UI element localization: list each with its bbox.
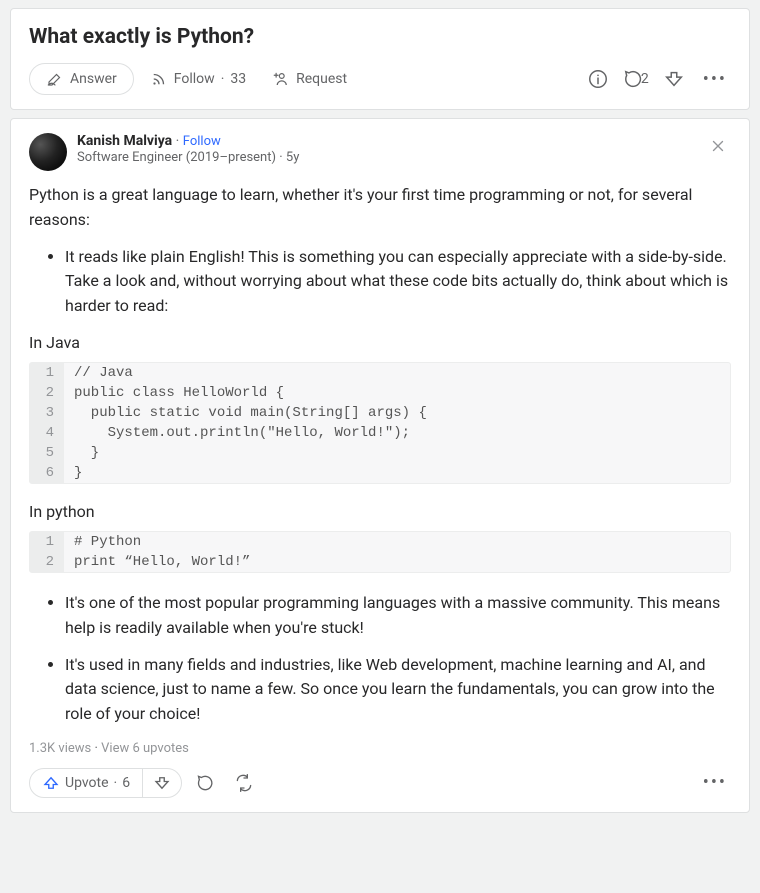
answer-card: Kanish Malviya · Follow Software Enginee…	[10, 118, 750, 813]
info-icon[interactable]	[587, 68, 609, 90]
question-actions: Answer Follow · 33	[29, 63, 731, 95]
downvote-button[interactable]	[142, 769, 181, 797]
views-row: 1.3K views · View 6 upvotes	[29, 741, 731, 756]
request-person-icon	[272, 70, 290, 88]
author-credential: Software Engineer (2019–present)	[77, 150, 276, 165]
view-upvotes-link[interactable]: View 6 upvotes	[101, 741, 189, 756]
bullet-2: It's one of the most popular programming…	[65, 591, 731, 641]
question-title[interactable]: What exactly is Python?	[29, 25, 731, 49]
compose-icon	[46, 70, 64, 88]
close-icon[interactable]	[705, 133, 731, 163]
more-icon[interactable]: •••	[699, 69, 731, 90]
views-text: 1.3K views	[29, 741, 91, 756]
author-name[interactable]: Kanish Malviya	[77, 133, 172, 149]
answer-time[interactable]: 5y	[286, 150, 299, 165]
python-code-block: 1# Python2print “Hello, World!”	[29, 531, 731, 573]
answer-intro: Python is a great language to learn, whe…	[29, 183, 731, 233]
java-code-block: 1// Java2public class HelloWorld {3 publ…	[29, 362, 731, 484]
upvote-icon	[42, 774, 60, 792]
downvote-small-icon	[153, 774, 171, 792]
vote-group: Upvote · 6	[29, 768, 182, 798]
avatar[interactable]	[29, 133, 67, 171]
share-repost-icon[interactable]	[230, 769, 258, 797]
bullet-3: It's used in many fields and industries,…	[65, 653, 731, 727]
answer-button[interactable]: Answer	[29, 63, 134, 95]
upvote-button[interactable]: Upvote · 6	[30, 769, 142, 797]
follow-button[interactable]: Follow · 33	[140, 64, 256, 94]
request-label: Request	[296, 71, 347, 87]
answer-label: Answer	[70, 71, 117, 87]
follow-label: Follow	[174, 71, 215, 87]
rss-icon	[150, 70, 168, 88]
answer-footer: Upvote · 6	[29, 768, 731, 798]
comment-count: 2	[641, 71, 649, 87]
follow-count: 33	[230, 71, 246, 87]
answer-more-icon[interactable]: •••	[699, 772, 731, 793]
author-row: Kanish Malviya · Follow Software Enginee…	[29, 133, 731, 171]
java-label: In Java	[29, 333, 731, 352]
follow-author-link[interactable]: Follow	[183, 134, 221, 149]
upvote-label: Upvote	[65, 775, 109, 791]
python-label: In python	[29, 502, 731, 521]
bullet-1: It reads like plain English! This is som…	[65, 245, 731, 319]
upvote-count: 6	[122, 775, 130, 791]
downvote-icon[interactable]	[663, 68, 685, 90]
question-card: What exactly is Python? Answer	[10, 8, 750, 110]
comment-button[interactable]	[192, 769, 220, 797]
request-button[interactable]: Request	[262, 64, 357, 94]
